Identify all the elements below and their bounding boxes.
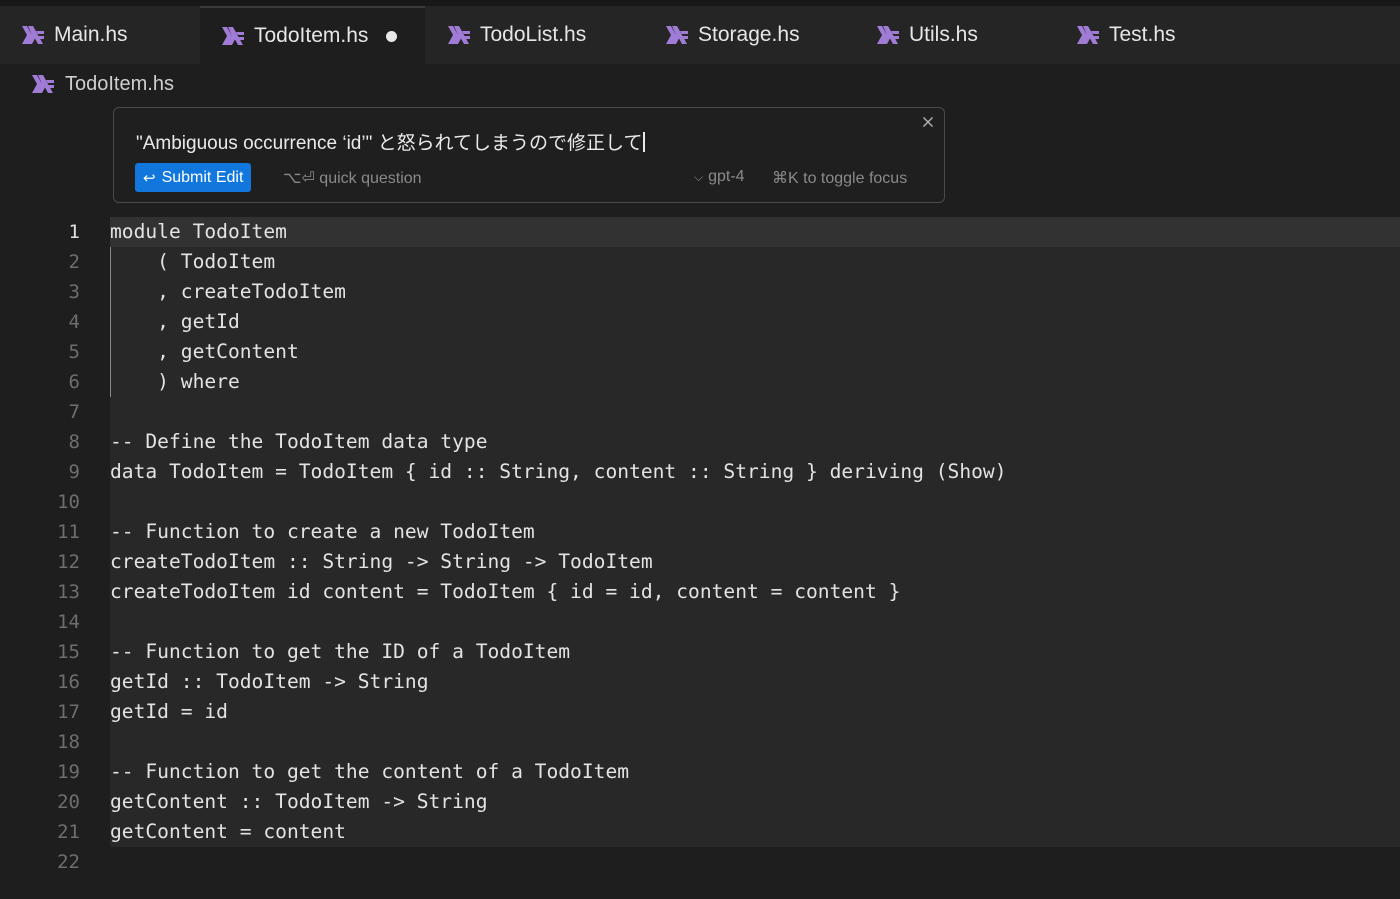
line-number: 16 bbox=[57, 671, 80, 693]
breadcrumb[interactable]: TodoItem.hs bbox=[32, 70, 174, 98]
line-number: 20 bbox=[57, 791, 80, 813]
return-icon: ↩ bbox=[143, 169, 156, 187]
haskell-icon bbox=[877, 26, 899, 44]
line-number: 3 bbox=[68, 281, 80, 303]
code-line[interactable]: getId :: TodoItem -> String bbox=[110, 667, 1007, 697]
breadcrumb-file: TodoItem.hs bbox=[65, 72, 174, 95]
code-line[interactable]: getContent :: TodoItem -> String bbox=[110, 787, 1007, 817]
toggle-focus-hint: ⌘K to toggle focus bbox=[772, 168, 907, 188]
code-line[interactable]: , getId bbox=[110, 307, 1007, 337]
line-number: 21 bbox=[57, 821, 80, 843]
code-line[interactable] bbox=[110, 847, 1007, 877]
quick-question-button[interactable]: ⌥⏎ quick question bbox=[283, 168, 422, 188]
line-number: 14 bbox=[57, 611, 80, 633]
chevron-down-icon: ⌵ bbox=[694, 170, 704, 184]
tab-label: Storage.hs bbox=[698, 23, 800, 46]
code-line[interactable] bbox=[110, 397, 1007, 427]
prompt-input[interactable]: "Ambiguous occurrence ‘id’" と怒られてしまうので修正… bbox=[136, 128, 645, 155]
inline-edit-prompt: "Ambiguous occurrence ‘id’" と怒られてしまうので修正… bbox=[113, 107, 945, 203]
prompt-text: "Ambiguous occurrence ‘id’" と怒られてしまうので修正… bbox=[136, 133, 643, 154]
code-line[interactable]: data TodoItem = TodoItem { id :: String,… bbox=[110, 457, 1007, 487]
tab-main-hs[interactable]: Main.hs bbox=[0, 6, 200, 64]
haskell-icon bbox=[448, 26, 470, 44]
submit-edit-button[interactable]: ↩ Submit Edit bbox=[135, 163, 252, 192]
line-number: 9 bbox=[68, 461, 80, 483]
code-line[interactable]: , createTodoItem bbox=[110, 277, 1007, 307]
submit-edit-label: Submit Edit bbox=[161, 168, 244, 186]
code-line[interactable]: -- Define the TodoItem data type bbox=[110, 427, 1007, 457]
code-line[interactable]: , getContent bbox=[110, 337, 1007, 367]
code-lines[interactable]: module TodoItem ( TodoItem , createTodoI… bbox=[110, 217, 1007, 877]
line-number: 1 bbox=[68, 221, 80, 243]
code-line[interactable] bbox=[110, 607, 1007, 637]
line-number: 22 bbox=[57, 851, 80, 873]
haskell-icon bbox=[22, 26, 44, 44]
code-line[interactable]: createTodoItem id content = TodoItem { i… bbox=[110, 577, 1007, 607]
tab-label: TodoList.hs bbox=[480, 23, 587, 46]
tab-bar: Main.hs TodoItem.hs TodoList.hs Storage.… bbox=[0, 6, 1400, 64]
unsaved-indicator[interactable] bbox=[386, 30, 398, 42]
tab-test-hs[interactable]: Test.hs bbox=[1055, 6, 1255, 64]
line-number-gutter: 1 2 3 4 5 6 7 8 9 10 11 12 13 14 15 16 17 18 19 20 21 22 bbox=[0, 217, 80, 877]
code-line[interactable]: getContent = content bbox=[110, 817, 1007, 847]
line-number: 8 bbox=[68, 431, 80, 453]
line-number: 17 bbox=[57, 701, 80, 723]
model-selector[interactable]: ⌵ gpt-4 bbox=[694, 168, 745, 186]
tab-todolist-hs[interactable]: TodoList.hs bbox=[425, 6, 645, 64]
haskell-icon bbox=[32, 75, 54, 93]
code-line[interactable]: -- Function to get the content of a Todo… bbox=[110, 757, 1007, 787]
line-number: 4 bbox=[68, 311, 80, 333]
code-line[interactable]: -- Function to get the ID of a TodoItem bbox=[110, 637, 1007, 667]
code-line[interactable]: ( TodoItem bbox=[110, 247, 1007, 277]
line-number: 11 bbox=[57, 521, 80, 543]
line-number: 6 bbox=[68, 371, 80, 393]
code-line[interactable]: getId = id bbox=[110, 697, 1007, 727]
tab-storage-hs[interactable]: Storage.hs bbox=[645, 6, 855, 64]
line-number: 10 bbox=[57, 491, 80, 513]
code-line[interactable] bbox=[110, 727, 1007, 757]
tab-label: Main.hs bbox=[54, 23, 128, 46]
text-caret bbox=[643, 132, 645, 152]
line-number: 12 bbox=[57, 551, 80, 573]
haskell-icon bbox=[1077, 26, 1099, 44]
close-icon[interactable] bbox=[920, 114, 936, 130]
line-number: 5 bbox=[68, 341, 80, 363]
haskell-icon bbox=[222, 27, 244, 45]
tab-utils-hs[interactable]: Utils.hs bbox=[855, 6, 1055, 64]
line-number: 15 bbox=[57, 641, 80, 663]
code-line[interactable]: ) where bbox=[110, 367, 1007, 397]
line-number: 19 bbox=[57, 761, 80, 783]
line-number: 2 bbox=[68, 251, 80, 273]
tab-todoitem-hs[interactable]: TodoItem.hs bbox=[200, 6, 425, 64]
line-number: 7 bbox=[68, 401, 80, 423]
tab-label: Utils.hs bbox=[909, 23, 978, 46]
model-label: gpt-4 bbox=[708, 168, 745, 185]
toggle-focus-label: ⌘K to toggle focus bbox=[772, 170, 908, 187]
tab-label: TodoItem.hs bbox=[254, 24, 369, 47]
haskell-icon bbox=[666, 26, 688, 44]
tab-label: Test.hs bbox=[1109, 23, 1176, 46]
code-line[interactable] bbox=[110, 487, 1007, 517]
code-line[interactable]: module TodoItem bbox=[110, 217, 1007, 247]
code-line[interactable]: -- Function to create a new TodoItem bbox=[110, 517, 1007, 547]
quick-question-label: ⌥⏎ quick question bbox=[283, 170, 422, 187]
code-line[interactable]: createTodoItem :: String -> String -> To… bbox=[110, 547, 1007, 577]
line-number: 18 bbox=[57, 731, 80, 753]
line-number: 13 bbox=[57, 581, 80, 603]
